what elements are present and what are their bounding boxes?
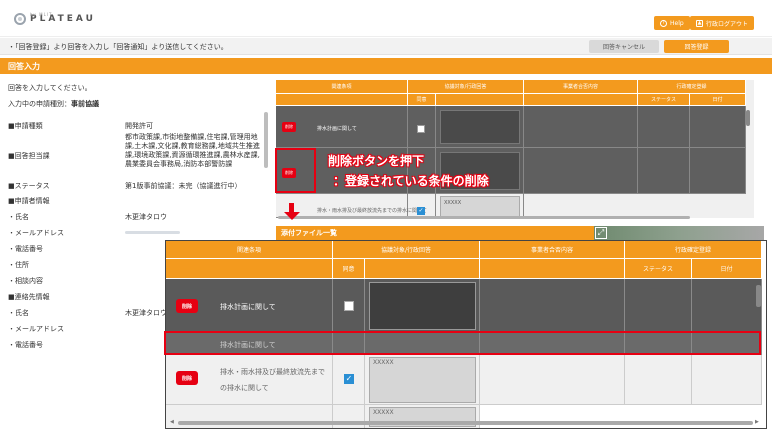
info-label: ・相談内容 <box>8 277 43 285</box>
logout-button[interactable]: ▲ 行政ログアウト <box>690 16 755 30</box>
section-header: 回答入力 <box>0 58 772 74</box>
user-icon: ▲ <box>696 19 703 27</box>
subheader-date: 日付 <box>690 94 746 106</box>
info-label: ・メールアドレス <box>8 229 64 237</box>
scroll-left-icon[interactable]: ◀ <box>170 419 174 425</box>
answer-text: XXXXX <box>373 359 394 366</box>
info-value: 木更津タロウ <box>125 213 167 221</box>
info-label: ■回答担当課 <box>8 152 50 160</box>
subheader-agree: 同意 <box>408 94 436 106</box>
header-related-conditions: 関連条項 <box>166 241 333 259</box>
left-scrollbar[interactable] <box>264 112 268 168</box>
table-row <box>166 405 333 428</box>
redacted-value <box>125 231 180 234</box>
condition-text: 排水計画に関して <box>220 303 276 311</box>
header-consultation: 協議対象/行政回答 <box>408 80 524 94</box>
info-label: ■ステータス <box>8 182 50 190</box>
help-button[interactable]: ? Help <box>654 16 690 30</box>
answer-cancel-button[interactable]: 回答キャンセル <box>589 40 659 53</box>
delete-button[interactable]: 削除 <box>176 299 198 313</box>
agree-checkbox[interactable]: ✓ <box>417 207 425 215</box>
subheader-status: ステータス <box>638 94 690 106</box>
header-admin-confirm: 行政確定登録 <box>625 241 762 259</box>
header-related-conditions: 関連条項 <box>276 80 408 94</box>
answer-prompt: 回答を入力してください。 <box>8 84 92 92</box>
app-header: PLATEAU by MLIT ? Help ▲ 行政ログアウト <box>0 0 772 37</box>
condition-text: 排水・雨水排及び最終放流先までの排水に関して <box>317 208 427 214</box>
table-scrollbar[interactable] <box>756 285 761 307</box>
arrow-down-icon <box>284 212 300 220</box>
delete-button-highlight <box>275 148 316 193</box>
delete-button[interactable]: 削除 <box>176 371 198 385</box>
info-label: ・電話番号 <box>8 341 43 349</box>
header-business-content: 事業者合否内容 <box>480 241 625 259</box>
attachment-title: 添付ファイル一覧 <box>281 229 337 237</box>
info-label: ■申請者情報 <box>8 197 50 205</box>
help-icon: ? <box>660 19 667 27</box>
info-value: 木更津タロウ <box>125 309 167 317</box>
removed-row-highlight <box>164 331 761 355</box>
table-h-scrollbar[interactable] <box>278 216 690 219</box>
answer-register-button[interactable]: 回答登録 <box>664 40 729 53</box>
condition-text: 排水計画に関して <box>317 126 357 132</box>
answer-table-background: 関連条項 協議対象/行政回答 事業者合否内容 行政確定登録 同意 ステータス 日… <box>276 80 754 218</box>
info-label: ・氏名 <box>8 309 29 317</box>
application-type: 入力中の申請種別：事前協議 <box>8 100 99 108</box>
logo-icon <box>14 13 26 25</box>
map-thumbnail[interactable] <box>594 226 764 240</box>
answer-text: XXXXX <box>373 409 394 416</box>
annotation-subtext: ：登録されている条件の削除 <box>333 174 489 188</box>
agree-checkbox[interactable] <box>417 125 425 133</box>
header-admin-confirm: 行政確定登録 <box>638 80 746 94</box>
info-label: ・氏名 <box>8 213 29 221</box>
agree-checkbox[interactable]: ✓ <box>344 374 354 384</box>
subheader-agree: 同意 <box>333 259 365 279</box>
table-scrollbar[interactable] <box>746 110 750 126</box>
condition-text: の排水に関して <box>220 384 269 392</box>
annotation-text: 削除ボタンを押下 <box>328 154 425 168</box>
plateau-logo: PLATEAU <box>14 13 96 25</box>
header-consultation: 協議対象/行政回答 <box>333 241 480 259</box>
expand-icon[interactable]: ⤢ <box>595 227 607 239</box>
info-label: ・メールアドレス <box>8 325 64 333</box>
instruction-text: ・「回答登録」より回答を入力し「回答通知」より送信してください。 <box>8 43 228 51</box>
header-business-content: 事業者合否内容 <box>524 80 638 94</box>
logo-subtext: by MLIT <box>30 12 53 17</box>
condition-text: 排水・雨水排及び最終放流先まで <box>220 368 325 376</box>
info-value: 開発許可 <box>125 122 153 130</box>
subheader-status: ステータス <box>625 259 692 279</box>
info-label: ・電話番号 <box>8 245 43 253</box>
answer-textarea[interactable] <box>369 282 476 330</box>
subheader-date: 日付 <box>692 259 762 279</box>
section-title: 回答入力 <box>8 62 40 71</box>
answer-textarea[interactable] <box>440 110 520 144</box>
info-label: ■申請種類 <box>8 122 43 130</box>
info-label: ■連絡先情報 <box>8 293 50 301</box>
scroll-right-icon[interactable]: ▶ <box>755 419 759 425</box>
answer-text: XXXXX <box>444 200 462 206</box>
attachment-section-header: 添付ファイル一覧 <box>276 226 596 240</box>
info-value: 第1版事前協議：未完（協議進行中） <box>125 182 242 190</box>
delete-button[interactable]: 削除 <box>282 122 296 132</box>
info-label: ・住所 <box>8 261 29 269</box>
table-h-scrollbar[interactable] <box>178 421 753 425</box>
agree-checkbox[interactable] <box>344 301 354 311</box>
info-value: 都市政策課,市街地整備課,住宅課,管理用地課,土木課,文化課,教育総務課,地域共… <box>125 133 260 168</box>
